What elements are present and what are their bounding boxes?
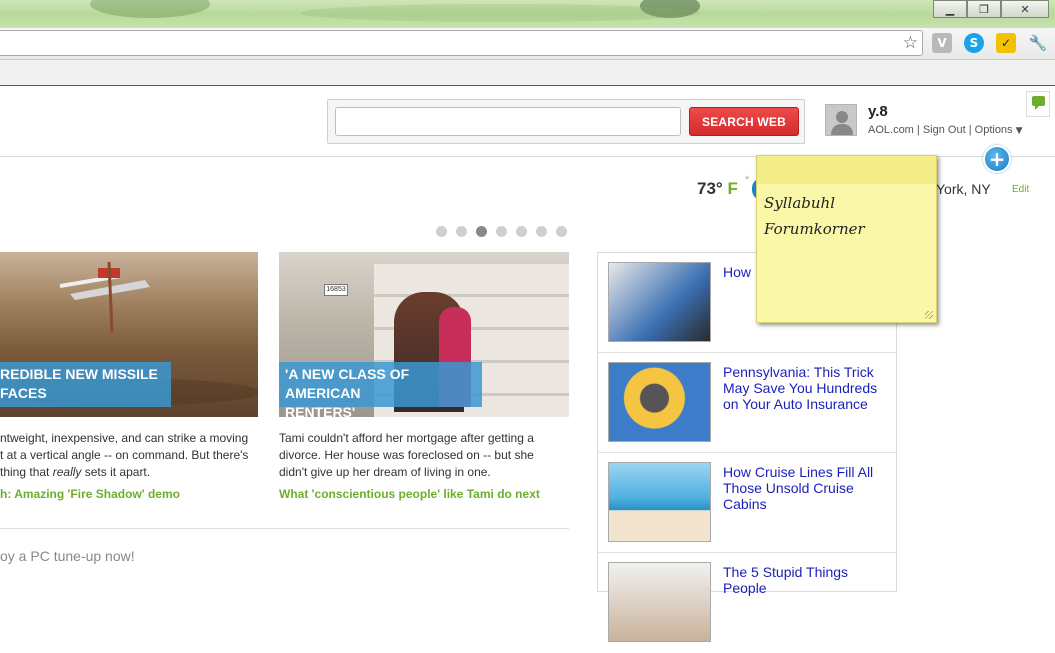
caption-line: FACES xyxy=(0,385,47,401)
weather-temperature: 73° F xyxy=(697,179,738,199)
carousel-dot[interactable] xyxy=(536,226,547,237)
bookmark-star-icon[interactable]: ☆ xyxy=(903,33,918,53)
chevron-down-icon[interactable]: ▼ xyxy=(1016,126,1023,136)
missile-story-caption[interactable]: REDIBLE NEW MISSILE FACES xyxy=(0,362,171,407)
temperature-unit[interactable]: F xyxy=(727,179,737,198)
carousel-dot[interactable] xyxy=(496,226,507,237)
search-web-button[interactable]: SEARCH WEB xyxy=(689,107,799,136)
house-number: 16853 xyxy=(324,284,348,296)
ad-item[interactable]: How Cruise Lines Fill All Those Unsold C… xyxy=(598,453,896,553)
bookmarks-bar xyxy=(0,60,1055,86)
sign-out-link[interactable]: Sign Out xyxy=(923,124,966,136)
temperature-value: 73° xyxy=(697,179,723,198)
avatar[interactable] xyxy=(825,104,857,136)
renters-story-link[interactable]: What 'conscientious people' like Tami do… xyxy=(279,487,540,501)
story-line: t at a vertical angle -- on command. But… xyxy=(0,448,249,462)
address-bar[interactable]: ☆ xyxy=(0,30,923,56)
close-button[interactable]: ✕ xyxy=(1001,0,1049,18)
story-line: ntweight, inexpensive, and can strike a … xyxy=(0,431,249,445)
page-header: SEARCH WEB y.8 AOL.com | Sign Out | Opti… xyxy=(0,87,1055,157)
weather-marker: * xyxy=(745,174,750,186)
aol-link[interactable]: AOL.com xyxy=(868,124,914,136)
caption-line: 'A NEW CLASS OF AMERICAN xyxy=(285,366,410,401)
search-input[interactable] xyxy=(335,107,681,136)
resize-grip-icon[interactable] xyxy=(925,311,933,319)
add-plus-button[interactable]: + xyxy=(983,145,1011,173)
carousel-dot[interactable] xyxy=(556,226,567,237)
section-divider xyxy=(0,528,569,529)
feedback-tab[interactable] xyxy=(1026,91,1050,117)
minimize-button[interactable]: ▁ xyxy=(933,0,967,18)
caption-line: REDIBLE NEW MISSILE xyxy=(0,366,158,382)
carousel-dot[interactable] xyxy=(516,226,527,237)
avatar-body xyxy=(831,124,853,135)
window-titlebar: ▁ ❐ ✕ xyxy=(0,0,1055,28)
options-link[interactable]: Options xyxy=(975,124,1013,136)
caption-line: RENTERS' xyxy=(285,404,356,420)
carousel-dot[interactable] xyxy=(436,226,447,237)
story-line: didn't give up her dream of living in on… xyxy=(279,465,491,479)
weather-city: York, NY xyxy=(936,181,991,197)
ad-title[interactable]: Pennsylvania: This Trick May Save You Hu… xyxy=(723,364,893,412)
sticky-note[interactable]: Syllabuhl Forumkorner xyxy=(756,155,937,323)
maximize-button[interactable]: ❐ xyxy=(967,0,1001,18)
sticky-note-line[interactable]: Syllabuhl xyxy=(764,194,835,212)
tuneup-promo-text[interactable]: oy a PC tune-up now! xyxy=(0,548,135,564)
story-line: thing that really sets it apart. xyxy=(0,465,151,479)
wrench-icon[interactable]: 🔧 xyxy=(1028,33,1048,53)
ad-item[interactable]: Pennsylvania: This Trick May Save You Hu… xyxy=(598,353,896,453)
avatar-head xyxy=(836,111,848,123)
ad-title[interactable]: The 5 Stupid Things People xyxy=(723,564,893,596)
renters-story-text: Tami couldn't afford her mortgage after … xyxy=(279,430,564,481)
missile-story-link[interactable]: h: Amazing 'Fire Shadow' demo xyxy=(0,487,180,501)
ad-item[interactable]: The 5 Stupid Things People xyxy=(598,553,896,653)
ad-title[interactable]: How Cruise Lines Fill All Those Unsold C… xyxy=(723,464,893,512)
username: y.8 xyxy=(868,103,888,120)
browser-toolbar: ☆ V S ✓ 🔧 xyxy=(0,28,1055,60)
titlebar-decoration xyxy=(90,0,210,18)
skype-icon[interactable]: S xyxy=(964,33,984,53)
sticky-note-line[interactable]: Forumkorner xyxy=(764,220,865,238)
police-thumbnail[interactable] xyxy=(608,362,711,442)
search-box: SEARCH WEB xyxy=(327,99,805,144)
story-line: Tami couldn't afford her mortgage after … xyxy=(279,431,534,445)
norton-icon[interactable]: ✓ xyxy=(996,33,1016,53)
link-separator: | xyxy=(913,124,923,136)
person-thumbnail[interactable] xyxy=(608,562,711,642)
link-separator: | xyxy=(965,124,975,136)
carousel-pager xyxy=(436,226,567,237)
renters-story-caption[interactable]: 'A NEW CLASS OF AMERICAN RENTERS' xyxy=(279,362,482,420)
cruise-thumbnail[interactable] xyxy=(608,462,711,542)
titlebar-decoration xyxy=(300,4,700,22)
story-line: divorce. Her house was foreclosed on -- … xyxy=(279,448,534,462)
window-controls: ▁ ❐ ✕ xyxy=(933,0,1049,18)
chat-bubble-icon xyxy=(1032,96,1045,110)
weather-edit-link[interactable]: Edit xyxy=(1012,184,1029,195)
account-links: AOL.com | Sign Out | Options ▼ xyxy=(868,124,1022,136)
carousel-dot-active[interactable] xyxy=(476,226,487,237)
v-extension-icon[interactable]: V xyxy=(932,33,952,53)
carousel-dot[interactable] xyxy=(456,226,467,237)
ipad-thumbnail[interactable] xyxy=(608,262,711,342)
missile-story-text: ntweight, inexpensive, and can strike a … xyxy=(0,430,258,481)
